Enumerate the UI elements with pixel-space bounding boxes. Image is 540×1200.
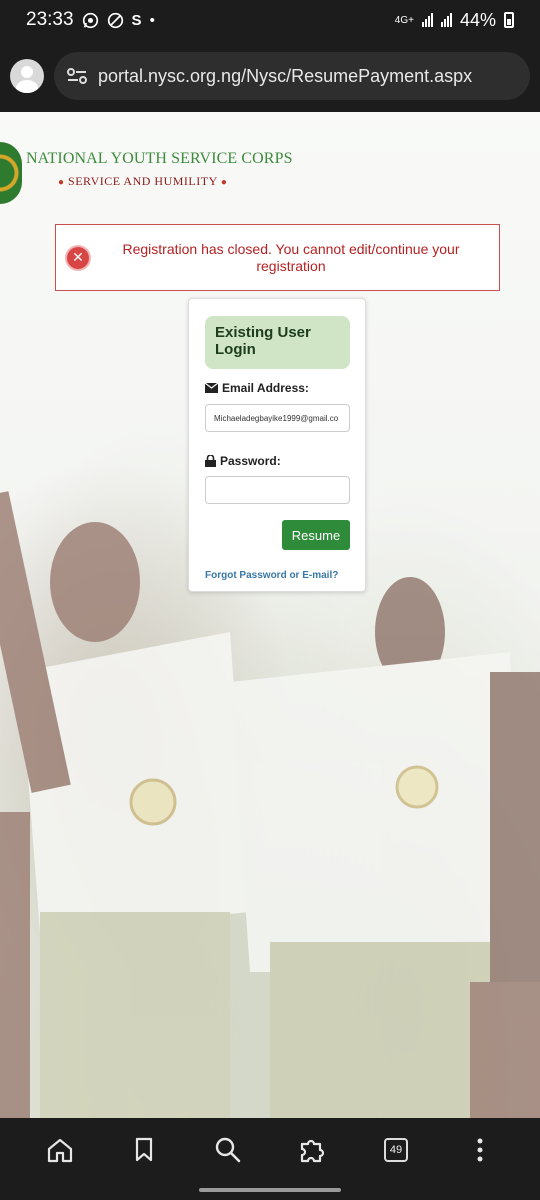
bookmark-icon (135, 1137, 153, 1162)
status-bar: 23:33 S • 4G+ 44% (0, 0, 540, 40)
url-text: portal.nysc.org.ng/Nysc/ResumePayment.as… (98, 65, 473, 86)
error-icon: ✕ (67, 246, 89, 269)
gesture-area (0, 1182, 540, 1200)
battery-icon (504, 12, 514, 28)
network-type: 4G+ (394, 14, 414, 26)
home-gesture-bar[interactable] (199, 1188, 341, 1192)
bullet-icon: ● (220, 177, 228, 188)
browser-toolbar: portal.nysc.org.ng/Nysc/ResumePayment.as… (0, 40, 540, 112)
browser-bottom-bar: 49 (0, 1118, 540, 1182)
motto-text: SERVICE AND HUMILITY (68, 174, 218, 188)
password-field[interactable] (205, 476, 350, 504)
home-button[interactable] (40, 1130, 80, 1170)
login-card: Existing User Login Email Address: Micha… (188, 298, 366, 592)
bookmarks-button[interactable] (124, 1130, 164, 1170)
resume-button[interactable]: Resume (282, 520, 350, 550)
profile-avatar[interactable] (10, 59, 44, 93)
lock-icon (205, 455, 216, 467)
address-bar[interactable]: portal.nysc.org.ng/Nysc/ResumePayment.as… (54, 52, 530, 100)
notification-icons: S • (82, 12, 155, 29)
extensions-icon (300, 1139, 325, 1163)
app-s-icon: S (131, 11, 142, 29)
org-name: NATIONAL YOUTH SERVICE CORPS (26, 150, 293, 167)
more-notifications-icon: • (149, 11, 155, 29)
org-motto: ● SERVICE AND HUMILITY ● (58, 174, 293, 189)
login-title: Existing User Login (205, 316, 350, 369)
signal-icon (421, 13, 433, 27)
whatsapp-icon (82, 12, 98, 28)
tabs-button[interactable]: 49 (376, 1130, 416, 1170)
password-label: Password: (205, 454, 281, 468)
nysc-emblem-icon (0, 142, 22, 204)
search-icon (215, 1137, 241, 1163)
forgot-password-link[interactable]: Forgot Password or E-mail? (205, 570, 338, 581)
signal-icon-2 (440, 13, 452, 27)
blocked-icon (107, 12, 123, 28)
search-button[interactable] (208, 1130, 248, 1170)
system-indicators: 4G+ 44% (395, 10, 514, 31)
password-label-text: Password: (220, 454, 281, 468)
battery-level: 44% (459, 9, 496, 30)
site-info-icon[interactable] (66, 67, 88, 85)
email-label: Email Address: (205, 381, 309, 395)
alert-message: Registration has closed. You cannot edit… (122, 240, 460, 274)
bullet-icon: ● (58, 177, 65, 188)
envelope-icon (205, 383, 218, 393)
home-icon (47, 1138, 73, 1163)
clock: 23:33 (26, 9, 74, 30)
extensions-button[interactable] (292, 1130, 332, 1170)
error-alert: ✕ Registration has closed. You cannot ed… (55, 224, 500, 291)
more-icon (477, 1138, 483, 1162)
web-page: NATIONAL YOUTH SERVICE CORPS ● SERVICE A… (0, 112, 540, 1118)
menu-button[interactable] (460, 1130, 500, 1170)
tabs-icon: 49 (384, 1138, 408, 1162)
nysc-logo[interactable]: NATIONAL YOUTH SERVICE CORPS ● SERVICE A… (0, 142, 293, 204)
email-label-text: Email Address: (222, 381, 309, 395)
email-field[interactable]: Michaeladegbayike1999@gmail.co (205, 404, 350, 432)
